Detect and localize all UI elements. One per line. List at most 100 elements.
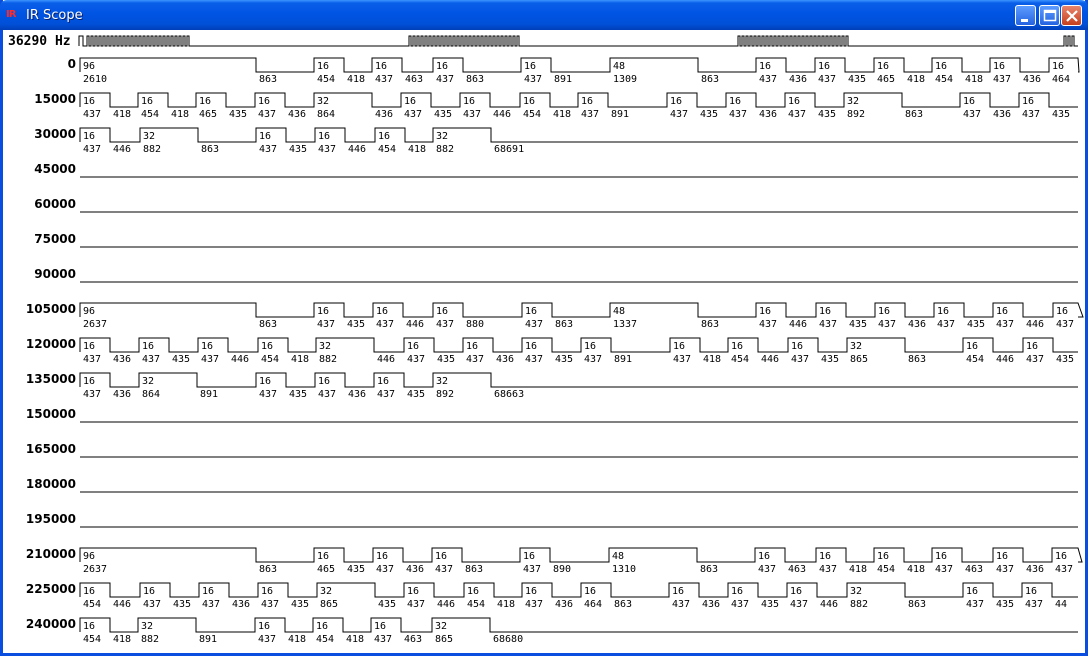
gap-duration: 446 xyxy=(437,599,455,610)
gap-duration: 891 xyxy=(200,389,218,400)
gap-duration: 435 xyxy=(849,319,867,330)
pulse-label: 16 xyxy=(376,551,388,562)
pulse-label: 16 xyxy=(1025,586,1037,597)
pulse-label: 32 xyxy=(850,341,862,352)
pulse-label: 16 xyxy=(317,61,329,72)
pulse-label: 16 xyxy=(790,586,802,597)
gap-duration: 863 xyxy=(465,564,483,575)
gap-duration: 436 xyxy=(113,389,131,400)
gap-duration: 463 xyxy=(405,74,423,85)
gap-duration: 435 xyxy=(378,599,396,610)
pulse-label: 16 xyxy=(436,61,448,72)
gap-duration: 863 xyxy=(700,564,718,575)
pulse-label: 16 xyxy=(83,376,95,387)
signal-trace xyxy=(79,127,1078,143)
row-time-label: 60000 xyxy=(34,197,76,211)
gap-duration: 435 xyxy=(848,74,866,85)
pulse-duration: 454 xyxy=(378,144,396,155)
pulse-label: 16 xyxy=(584,341,596,352)
gap-duration: 418 xyxy=(408,144,426,155)
pulse-label: 16 xyxy=(261,341,273,352)
gap-duration: 891 xyxy=(611,109,629,120)
gap-duration: 418 xyxy=(291,354,309,365)
signal-trace xyxy=(79,302,1084,318)
gap-duration: 863 xyxy=(201,144,219,155)
gap-duration: 435 xyxy=(434,109,452,120)
pulse-label: 32 xyxy=(143,131,155,142)
pulse-label: 16 xyxy=(788,96,800,107)
pulse-duration: 454 xyxy=(467,599,485,610)
pulse-duration: 437 xyxy=(996,564,1014,575)
scope-svg: 96 2610 863 16 454 418 16 437 463 16 437 863 16 437 89… xyxy=(78,35,1084,645)
gap-duration: 863 xyxy=(701,74,719,85)
pulse-label: 16 xyxy=(1026,341,1038,352)
row-time-label: 15000 xyxy=(34,92,76,106)
pulse-label: 16 xyxy=(317,306,329,317)
pulse-duration: 437 xyxy=(377,389,395,400)
gap-duration: 436 xyxy=(759,109,777,120)
pulse-duration: 454 xyxy=(966,354,984,365)
pulse-label: 16 xyxy=(143,586,155,597)
pulse-duration: 437 xyxy=(258,634,276,645)
gap-duration: 436 xyxy=(702,599,720,610)
pulse-label: 16 xyxy=(818,61,830,72)
pulse-duration: 437 xyxy=(318,389,336,400)
pulse-duration: 437 xyxy=(759,74,777,85)
pulse-duration: 454 xyxy=(83,634,101,645)
pulse-duration: 437 xyxy=(317,319,335,330)
pulse-label: 16 xyxy=(436,306,448,317)
gap-duration: 68680 xyxy=(493,634,523,645)
pulse-label: 32 xyxy=(847,96,859,107)
pulse-duration: 437 xyxy=(83,354,101,365)
row-time-label: 135000 xyxy=(25,372,76,386)
pulse-label: 16 xyxy=(759,61,771,72)
pulse-duration: 437 xyxy=(993,74,1011,85)
gap-duration: 891 xyxy=(554,74,572,85)
gap-duration: 435 xyxy=(229,109,247,120)
row-time-label: 0 xyxy=(67,57,76,71)
pulse-label: 16 xyxy=(996,551,1008,562)
pulse-duration: 437 xyxy=(1056,319,1074,330)
pulse-label: 16 xyxy=(935,61,947,72)
pulse-duration: 454 xyxy=(877,564,895,575)
pulse-label: 16 xyxy=(259,131,271,142)
pulse-duration: 437 xyxy=(376,319,394,330)
gap-duration: 435 xyxy=(818,109,836,120)
pulse-duration: 882 xyxy=(143,144,161,155)
row-time-label: 90000 xyxy=(34,267,76,281)
pulse-duration: 437 xyxy=(201,354,219,365)
pulse-duration: 437 xyxy=(966,599,984,610)
pulse-duration: 437 xyxy=(258,109,276,120)
pulse-label: 16 xyxy=(463,96,475,107)
pulse-label: 16 xyxy=(937,306,949,317)
pulse-duration: 437 xyxy=(202,599,220,610)
gap-duration: 880 xyxy=(466,319,484,330)
pulse-label: 16 xyxy=(318,131,330,142)
pulse-label: 16 xyxy=(377,376,389,387)
pulse-label: 16 xyxy=(584,586,596,597)
pulse-duration: 464 xyxy=(1052,74,1070,85)
pulse-duration: 437 xyxy=(729,109,747,120)
pulse-duration: 437 xyxy=(143,599,161,610)
pulse-duration: 437 xyxy=(788,109,806,120)
pulse-duration: 2610 xyxy=(83,74,107,85)
pulse-label: 16 xyxy=(142,341,154,352)
pulse-label: 48 xyxy=(613,61,625,72)
pulse-label: 16 xyxy=(83,586,95,597)
gap-duration: 446 xyxy=(113,144,131,155)
pulse-duration: 865 xyxy=(435,634,453,645)
gap-duration: 436 xyxy=(1023,74,1041,85)
gap-duration: 435 xyxy=(1056,354,1074,365)
pulse-label: 16 xyxy=(258,621,270,632)
gap-duration: 418 xyxy=(113,109,131,120)
gap-duration: 435 xyxy=(761,599,779,610)
gap-duration: 446 xyxy=(820,599,838,610)
gap-duration: 435 xyxy=(173,599,191,610)
pulse-duration: 437 xyxy=(463,109,481,120)
pulse-duration: 865 xyxy=(850,354,868,365)
pulse-label: 16 xyxy=(935,551,947,562)
gap-duration: 435 xyxy=(821,354,839,365)
gap-duration: 418 xyxy=(113,634,131,645)
pulse-duration: 437 xyxy=(819,319,837,330)
gap-duration: 863 xyxy=(466,74,484,85)
